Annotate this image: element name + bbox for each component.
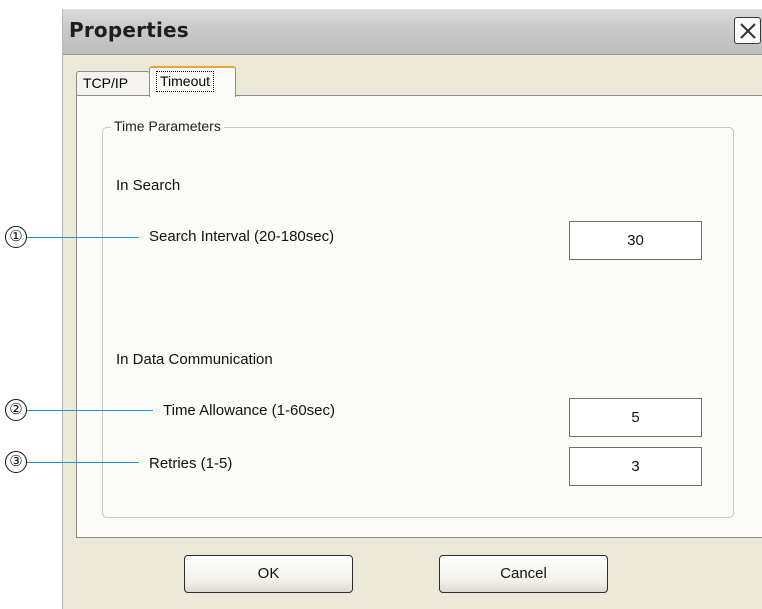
tab-tcpip[interactable]: TCP/IP (76, 71, 150, 95)
tab-timeout[interactable]: Timeout (149, 66, 236, 97)
callout-1: ① (5, 226, 27, 248)
title-bar[interactable]: Properties (63, 9, 762, 55)
callout-3: ③ (5, 451, 27, 473)
time-allowance-label: Time Allowance (1-60sec) (163, 402, 336, 419)
properties-dialog: Properties TCP/IP Timeout Time Parameter… (62, 9, 762, 609)
close-button[interactable] (734, 17, 761, 44)
section-in-search: In Search (116, 177, 181, 194)
close-x-icon (740, 23, 756, 39)
callout-line-2 (27, 410, 153, 411)
retries-input[interactable]: 3 (569, 447, 702, 486)
tab-timeout-label: Timeout (156, 71, 215, 92)
search-interval-input[interactable]: 30 (569, 221, 702, 260)
time-allowance-input[interactable]: 5 (569, 398, 702, 437)
retries-label: Retries (1-5) (149, 455, 233, 472)
cancel-button[interactable]: Cancel (439, 555, 608, 593)
search-interval-label: Search Interval (20-180sec) (149, 228, 335, 245)
group-label: Time Parameters (111, 118, 224, 134)
callout-line-1 (27, 237, 139, 238)
callout-2: ② (5, 399, 27, 421)
dialog-title: Properties (69, 18, 189, 42)
callout-line-3 (27, 462, 139, 463)
ok-button[interactable]: OK (184, 555, 353, 593)
section-in-data-communication: In Data Communication (116, 351, 273, 368)
